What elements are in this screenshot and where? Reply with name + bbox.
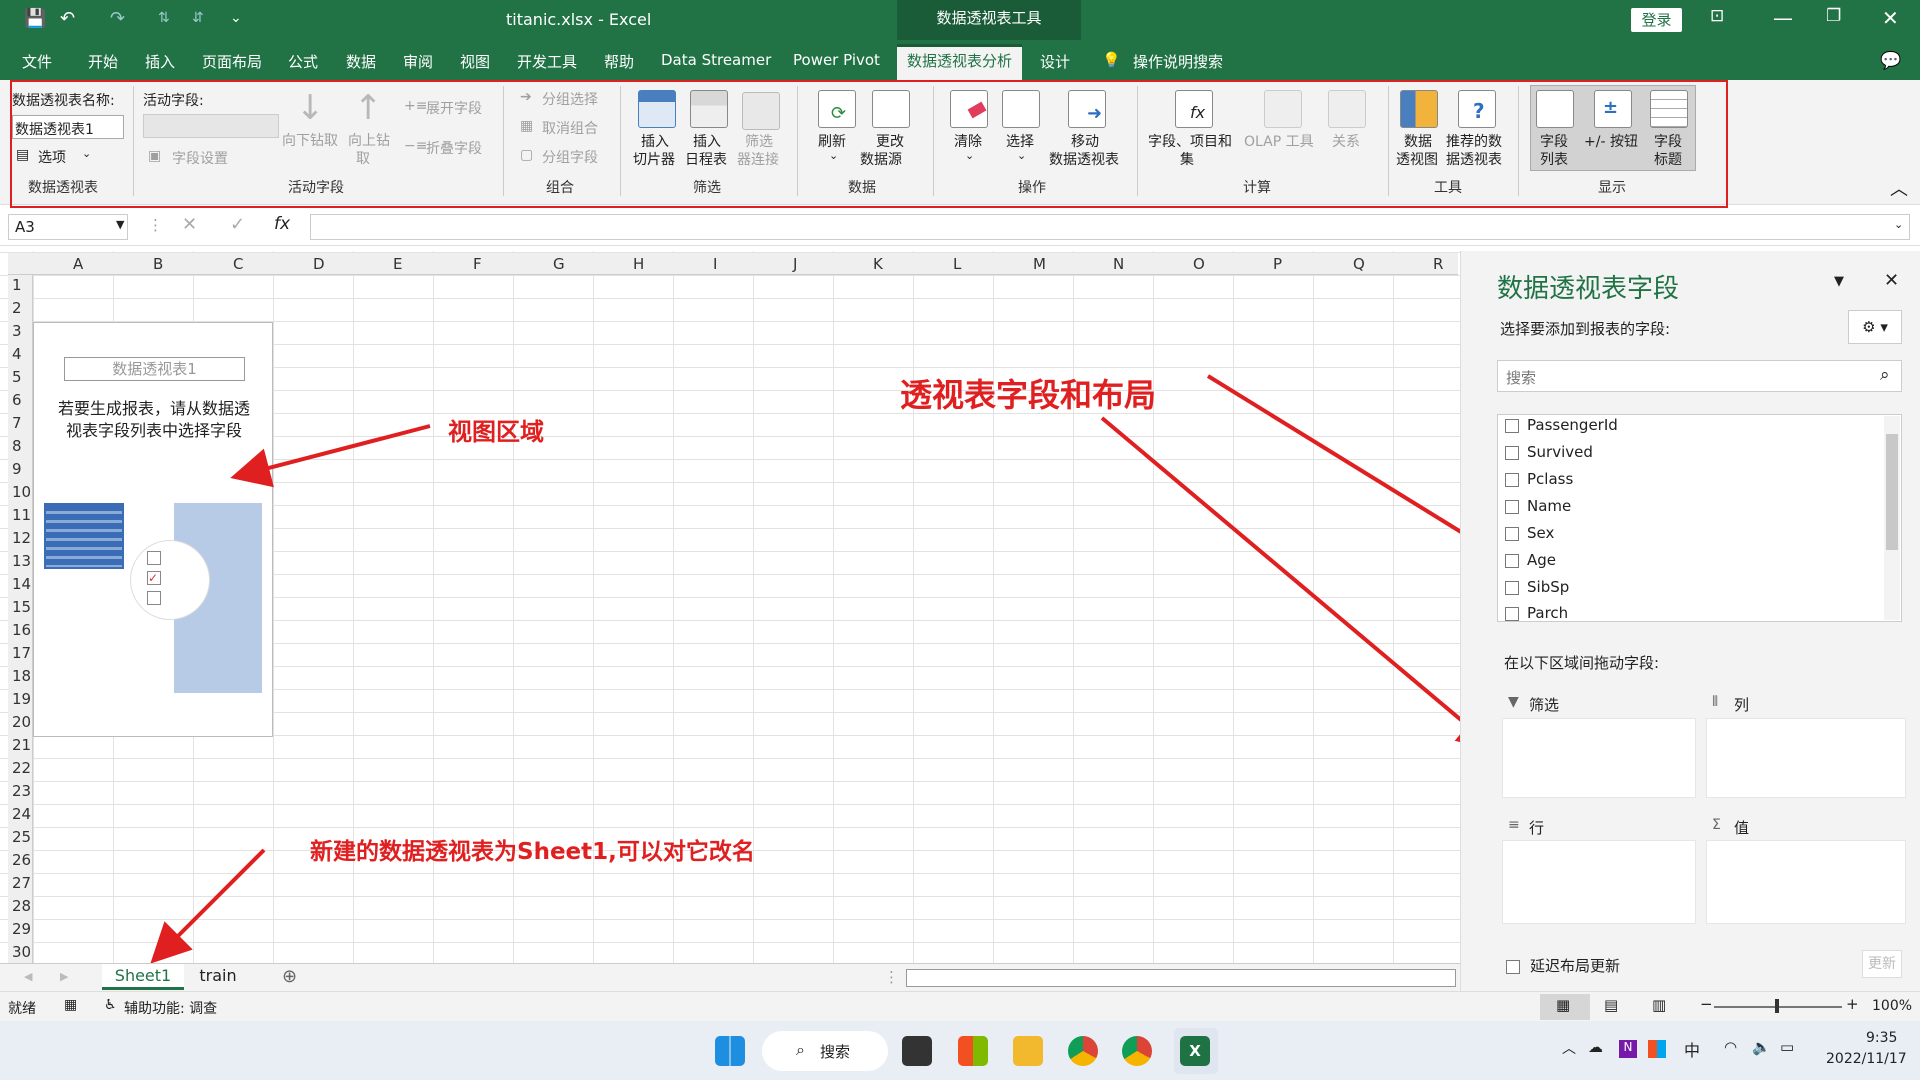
next-sheet-icon[interactable]: ▶: [60, 970, 68, 983]
update-button[interactable]: 更新: [1862, 950, 1902, 978]
field-item-age[interactable]: Age: [1505, 551, 1556, 569]
normal-view-icon[interactable]: ▦: [1556, 996, 1570, 1014]
sheet-tab-train[interactable]: train: [190, 966, 246, 990]
area-values-label: 值: [1734, 819, 1750, 837]
sheet-tab-bar: ◀ ▶ Sheet1 train ⊕ ⋮: [0, 963, 1460, 991]
page-layout-view-icon[interactable]: ▤: [1604, 996, 1618, 1014]
field-label: Parch: [1527, 604, 1569, 622]
field-item-sex[interactable]: Sex: [1505, 524, 1554, 542]
area-rows-drop[interactable]: [1502, 840, 1696, 924]
field-label: SibSp: [1527, 578, 1570, 596]
file-explorer-icon[interactable]: [1013, 1036, 1043, 1066]
area-filter-drop[interactable]: [1502, 718, 1696, 798]
zoom-level[interactable]: 100%: [1872, 998, 1912, 1014]
defer-update-label: 延迟布局更新: [1530, 957, 1621, 975]
checkbox-icon[interactable]: [1505, 553, 1519, 568]
battery-icon[interactable]: ▭: [1780, 1038, 1794, 1056]
checkbox-icon[interactable]: [1506, 959, 1520, 974]
arrow-to-sheet-tab: [150, 848, 266, 964]
checkbox-icon[interactable]: [1505, 445, 1519, 460]
add-sheet-icon[interactable]: ⊕: [282, 966, 297, 987]
gear-icon[interactable]: ⚙ ▾: [1848, 310, 1902, 344]
pane-close-icon[interactable]: ✕: [1884, 270, 1899, 291]
field-label: Survived: [1527, 443, 1593, 461]
area-values-drop[interactable]: [1706, 840, 1906, 924]
task-view-icon[interactable]: [902, 1036, 932, 1066]
chrome-icon[interactable]: [1122, 1036, 1152, 1066]
checkbox-icon[interactable]: [1505, 526, 1519, 541]
zoom-slider-thumb[interactable]: [1775, 999, 1779, 1013]
columns-icon: ⦀: [1712, 694, 1719, 710]
zoom-out-icon[interactable]: −: [1700, 995, 1713, 1013]
drag-fields-label: 在以下区域间拖动字段:: [1504, 654, 1660, 672]
sheet-tab-sheet1[interactable]: Sheet1: [102, 964, 184, 990]
taskbar-search-label: 搜索: [820, 1043, 851, 1061]
widgets-icon[interactable]: [958, 1036, 988, 1066]
field-label: Age: [1527, 551, 1557, 569]
field-item-passengerid[interactable]: PassengerId: [1505, 416, 1618, 434]
clock-date[interactable]: 2022/11/17: [1826, 1051, 1907, 1067]
onedrive-icon[interactable]: ☁: [1588, 1038, 1603, 1056]
windows-start-icon[interactable]: [715, 1036, 745, 1066]
arrow-to-view-area: [230, 424, 431, 488]
area-columns-drop[interactable]: [1706, 718, 1906, 798]
checkbox-icon[interactable]: [1505, 580, 1519, 595]
status-ready: 就绪: [8, 1001, 36, 1017]
filter-icon: ▼: [1508, 694, 1519, 710]
field-label: Pclass: [1527, 470, 1574, 488]
field-label: Sex: [1527, 524, 1555, 542]
prev-sheet-icon[interactable]: ◀: [24, 970, 32, 983]
ime-indicator[interactable]: 中: [1684, 1037, 1700, 1061]
checkbox-icon[interactable]: [1505, 606, 1519, 621]
search-icon: ⌕: [796, 1040, 805, 1059]
accessibility-icon[interactable]: ♿: [104, 997, 117, 1013]
sigma-icon: Σ: [1712, 817, 1721, 833]
field-item-survived[interactable]: Survived: [1505, 443, 1593, 461]
field-item-sibsp[interactable]: SibSp: [1505, 578, 1569, 596]
office-icon[interactable]: [1648, 1040, 1666, 1058]
field-list-scroll-thumb[interactable]: [1886, 434, 1898, 550]
field-label: PassengerId: [1527, 416, 1618, 434]
excel-icon[interactable]: X: [1180, 1036, 1210, 1066]
taskbar-search[interactable]: ⌕ 搜索: [762, 1031, 888, 1071]
field-item-name[interactable]: Name: [1505, 497, 1571, 515]
tray-expand-icon[interactable]: ︿: [1562, 1038, 1576, 1058]
area-rows-label: 行: [1529, 819, 1545, 837]
tab-splitter-icon[interactable]: ⋮: [884, 968, 899, 986]
checkbox-icon[interactable]: [1505, 499, 1519, 514]
page-break-view-icon[interactable]: ▥: [1652, 996, 1666, 1014]
arrow-to-field-list: [1206, 374, 1507, 561]
pane-options-icon[interactable]: ▼: [1834, 274, 1844, 289]
macro-record-icon[interactable]: ▦: [64, 997, 77, 1013]
field-item-parch[interactable]: Parch: [1505, 604, 1568, 622]
checkbox-icon[interactable]: [1505, 418, 1519, 433]
onenote-icon[interactable]: N: [1619, 1040, 1637, 1058]
field-item-pclass[interactable]: Pclass: [1505, 470, 1573, 488]
field-list-scrollbar[interactable]: [1884, 416, 1900, 620]
search-input[interactable]: 搜索: [1497, 360, 1902, 392]
zoom-in-icon[interactable]: +: [1846, 995, 1859, 1013]
wifi-icon[interactable]: ◠: [1724, 1038, 1737, 1056]
pane-title: 数据透视表字段: [1497, 274, 1680, 304]
status-bar: 就绪 ▦ ♿ 辅助功能: 调查 ▦ ▤ ▥ − + 100%: [0, 991, 1920, 1021]
accessibility-status[interactable]: 辅助功能: 调查: [124, 998, 217, 1018]
chrome-icon[interactable]: [1068, 1036, 1098, 1066]
arrow-to-areas: [1100, 416, 1499, 752]
area-columns-label: 列: [1734, 696, 1750, 714]
horizontal-scrollbar[interactable]: [906, 969, 1456, 987]
volume-icon[interactable]: 🔈: [1752, 1038, 1771, 1056]
choose-fields-label: 选择要添加到报表的字段:: [1500, 320, 1671, 338]
area-filter-label: 筛选: [1529, 696, 1560, 714]
clock-time[interactable]: 9:35: [1866, 1030, 1897, 1046]
defer-update-checkbox[interactable]: [1506, 957, 1528, 975]
rows-icon: ≡: [1508, 817, 1520, 833]
search-icon: ⌕: [1880, 365, 1890, 385]
checkbox-icon[interactable]: [1505, 472, 1519, 487]
field-label: Name: [1527, 497, 1572, 515]
